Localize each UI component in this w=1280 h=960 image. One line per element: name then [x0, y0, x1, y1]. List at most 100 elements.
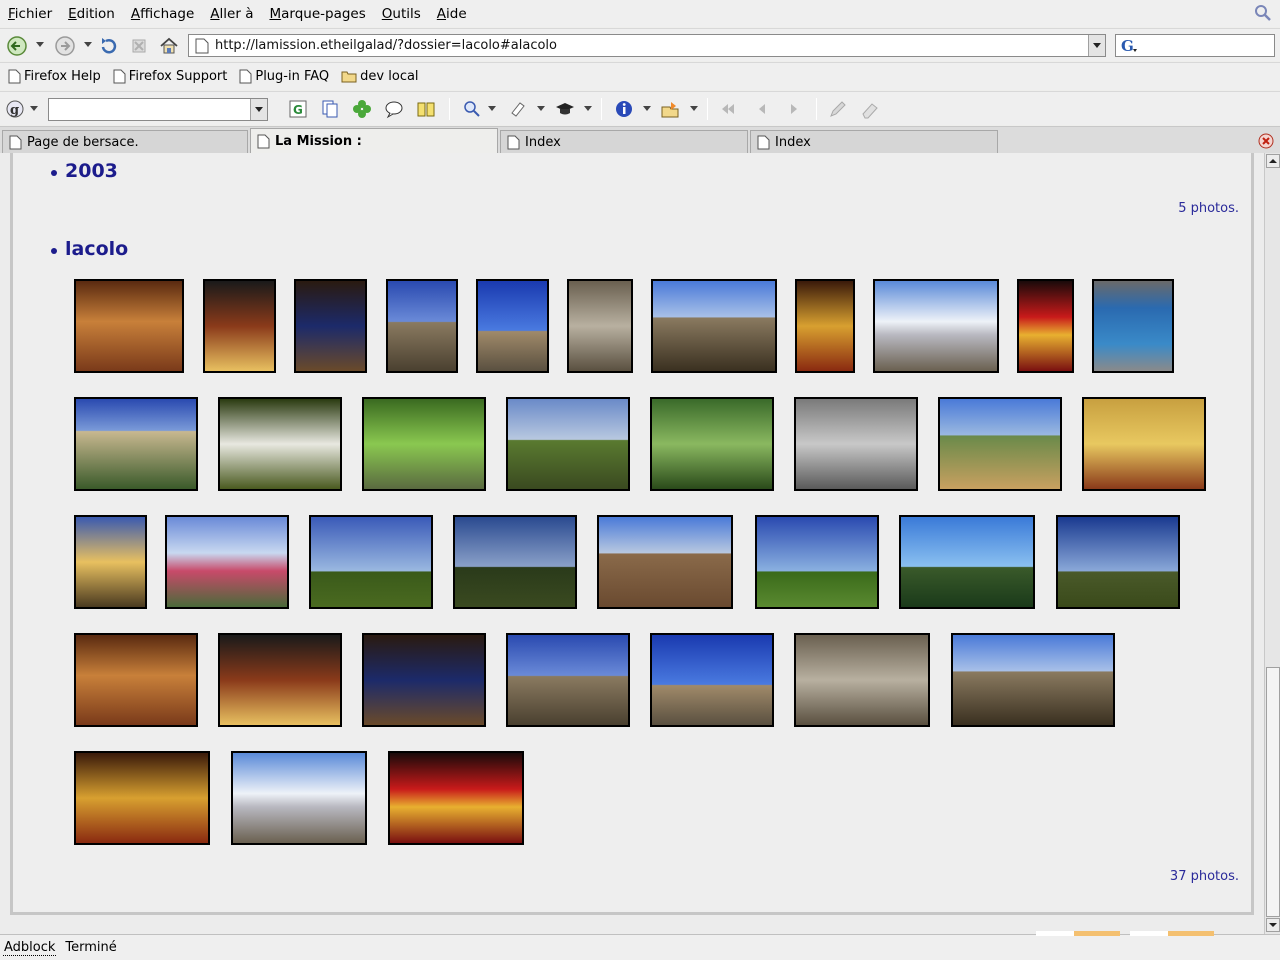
scroll-down-button[interactable]	[1266, 918, 1280, 932]
photo-thumbnail[interactable]	[231, 751, 367, 845]
tab-page-de-bersace[interactable]: Page de bersace.	[2, 130, 248, 153]
photo-thumbnail[interactable]	[795, 279, 855, 373]
previous-icon[interactable]	[752, 99, 772, 119]
reload-icon[interactable]	[98, 35, 120, 57]
google-search-button-icon[interactable]: G	[288, 99, 308, 119]
next-icon[interactable]	[784, 99, 804, 119]
photo-thumbnail[interactable]	[74, 397, 198, 491]
photo-thumbnail[interactable]	[1082, 397, 1206, 491]
url-text[interactable]: http://lamission.etheilgalad/?dossier=la…	[215, 38, 557, 53]
google-search-icon[interactable]: G	[1120, 37, 1138, 54]
url-bar[interactable]: http://lamission.etheilgalad/?dossier=la…	[188, 34, 1106, 57]
photo-thumbnail[interactable]	[1017, 279, 1074, 373]
photo-thumbnail[interactable]	[506, 633, 630, 727]
forward-icon[interactable]	[54, 35, 76, 57]
highlight-dropdown[interactable]	[537, 106, 545, 111]
photo-thumbnail[interactable]	[567, 279, 633, 373]
photo-thumbnail[interactable]	[1056, 515, 1180, 609]
photo-thumbnail[interactable]	[651, 279, 777, 373]
menu-marque-pages[interactable]: Marque-pages	[269, 6, 365, 22]
back-icon[interactable]	[6, 35, 28, 57]
photo-thumbnail[interactable]	[873, 279, 999, 373]
photo-thumbnail[interactable]	[899, 515, 1035, 609]
clover-icon[interactable]	[352, 99, 372, 119]
page-icon	[9, 135, 22, 149]
stop-icon[interactable]	[128, 35, 150, 57]
info-dropdown[interactable]	[643, 106, 651, 111]
photo-thumbnail[interactable]	[476, 279, 549, 373]
menu-aller-a[interactable]: Aller à	[210, 6, 253, 22]
photo-thumbnail[interactable]	[951, 633, 1115, 727]
bookmark-folder-dev-local[interactable]: dev local	[341, 69, 419, 84]
vertical-scrollbar[interactable]	[1264, 153, 1280, 934]
tab-index-1[interactable]: Index	[500, 130, 748, 153]
menu-outils[interactable]: Outils	[382, 6, 421, 22]
search-bar[interactable]: G	[1115, 34, 1275, 57]
adblock-button[interactable]: Adblock	[3, 940, 57, 956]
scrollbar-thumb[interactable]	[1266, 667, 1280, 917]
photo-thumbnail[interactable]	[1092, 279, 1174, 373]
pencil-icon[interactable]	[828, 99, 848, 119]
autofill-dropdown[interactable]	[690, 106, 698, 111]
autofill-icon[interactable]	[660, 99, 680, 119]
photo-thumbnail[interactable]	[506, 397, 630, 491]
photo-thumbnail[interactable]	[362, 397, 486, 491]
google-search-dropdown[interactable]	[250, 99, 267, 120]
bookmark-plugin-faq[interactable]: Plug-in FAQ	[239, 69, 329, 84]
google-menu-dropdown[interactable]	[30, 106, 38, 111]
album-link-lacolo[interactable]: lacolo	[51, 238, 128, 260]
photo-thumbnail[interactable]	[74, 633, 198, 727]
close-tab-icon[interactable]	[1258, 133, 1274, 149]
menu-affichage[interactable]: Affichage	[131, 6, 194, 22]
photo-thumbnail[interactable]	[650, 633, 774, 727]
svg-text:g: g	[10, 103, 19, 118]
photo-thumbnail[interactable]	[203, 279, 276, 373]
tab-la-mission[interactable]: La Mission :	[250, 128, 498, 154]
photo-thumbnail[interactable]	[309, 515, 433, 609]
bookmarks-toolbar: Firefox Help Firefox Support Plug-in FAQ…	[0, 62, 1280, 90]
google-menu-icon[interactable]: g	[5, 99, 25, 119]
menu-edition[interactable]: Edition	[68, 6, 115, 22]
photo-thumbnail[interactable]	[74, 515, 147, 609]
photo-thumbnail[interactable]	[794, 397, 918, 491]
tab-index-2[interactable]: Index	[750, 130, 998, 153]
page-search-icon[interactable]	[320, 99, 340, 119]
photo-thumbnail[interactable]	[938, 397, 1062, 491]
photo-thumbnail[interactable]	[165, 515, 289, 609]
photo-thumbnail[interactable]	[74, 751, 210, 845]
album-link-2003[interactable]: 2003	[51, 160, 118, 182]
speech-bubble-icon[interactable]	[384, 99, 404, 119]
photo-thumbnail[interactable]	[74, 279, 184, 373]
photo-thumbnail[interactable]	[597, 515, 733, 609]
menu-fichier[interactable]: Fichier	[8, 6, 52, 22]
scroll-up-button[interactable]	[1266, 154, 1280, 168]
url-history-dropdown[interactable]	[1088, 35, 1105, 56]
search-options-icon[interactable]	[462, 99, 482, 119]
back-dropdown-icon[interactable]	[36, 42, 44, 47]
photo-thumbnail[interactable]	[386, 279, 458, 373]
photo-thumbnail[interactable]	[294, 279, 367, 373]
photo-thumbnail[interactable]	[794, 633, 930, 727]
photo-thumbnail[interactable]	[362, 633, 486, 727]
google-search-input[interactable]	[48, 98, 268, 121]
photo-thumbnail[interactable]	[218, 397, 342, 491]
info-icon[interactable]	[614, 99, 634, 119]
graduation-cap-icon[interactable]	[555, 99, 575, 119]
menu-aide[interactable]: Aide	[437, 6, 467, 22]
bookmark-firefox-help[interactable]: Firefox Help	[8, 69, 101, 84]
forward-dropdown-icon[interactable]	[84, 42, 92, 47]
eraser-icon[interactable]	[860, 99, 880, 119]
book-icon[interactable]	[416, 99, 436, 119]
first-page-icon[interactable]	[718, 99, 738, 119]
highlight-icon[interactable]	[508, 99, 528, 119]
bookmark-firefox-support[interactable]: Firefox Support	[113, 69, 227, 84]
photo-thumbnail[interactable]	[453, 515, 577, 609]
search-options-dropdown[interactable]	[488, 106, 496, 111]
home-icon[interactable]	[158, 35, 180, 57]
photo-thumbnail[interactable]	[218, 633, 342, 727]
photo-thumbnail[interactable]	[755, 515, 879, 609]
photo-thumbnail[interactable]	[388, 751, 524, 845]
throbber-icon	[1255, 5, 1271, 21]
photo-thumbnail[interactable]	[650, 397, 774, 491]
graduation-cap-dropdown[interactable]	[584, 106, 592, 111]
